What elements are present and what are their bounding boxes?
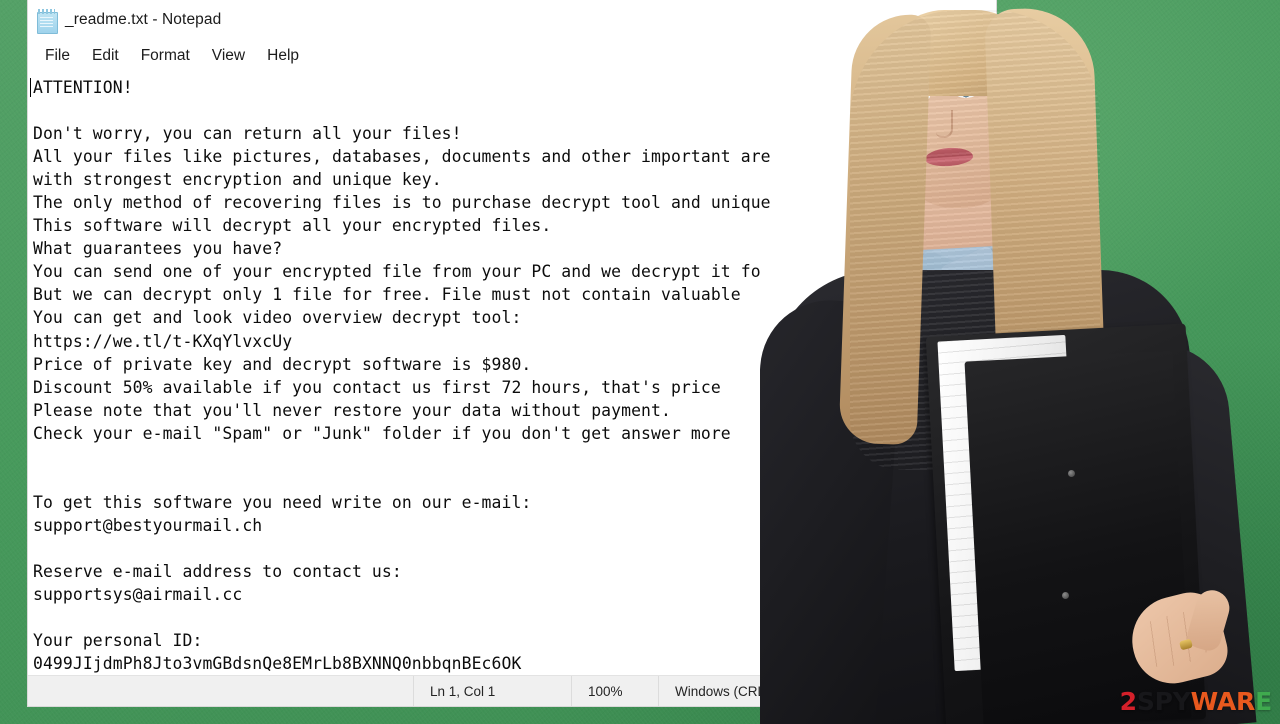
text-caret <box>30 78 31 97</box>
menu-item-format[interactable]: Format <box>130 44 201 68</box>
statusbar-zoom[interactable]: 100% <box>571 676 658 706</box>
menu-item-view[interactable]: View <box>201 44 256 68</box>
stock-photo-woman <box>760 0 1280 724</box>
watermark-part-war: WAR <box>1190 687 1256 716</box>
menu-item-help[interactable]: Help <box>256 44 310 68</box>
binder-rivet-bottom <box>1062 592 1069 599</box>
watermark-part-2: 2 <box>1119 687 1137 716</box>
watermark-part-spy: SPY <box>1136 687 1191 716</box>
binder-rivet-top <box>1068 470 1075 477</box>
screenshot-root: _readme.txt - Notepad File Edit Format V… <box>0 0 1280 724</box>
statusbar-spacer <box>28 676 413 706</box>
watermark-part-e: E <box>1255 687 1272 716</box>
window-title: _readme.txt - Notepad <box>65 11 222 28</box>
statusbar-position[interactable]: Ln 1, Col 1 <box>413 676 571 706</box>
site-watermark: 2SPYWARE <box>1119 687 1273 716</box>
notepad-icon <box>36 9 58 34</box>
menu-item-file[interactable]: File <box>34 44 81 68</box>
menu-item-edit[interactable]: Edit <box>81 44 130 68</box>
